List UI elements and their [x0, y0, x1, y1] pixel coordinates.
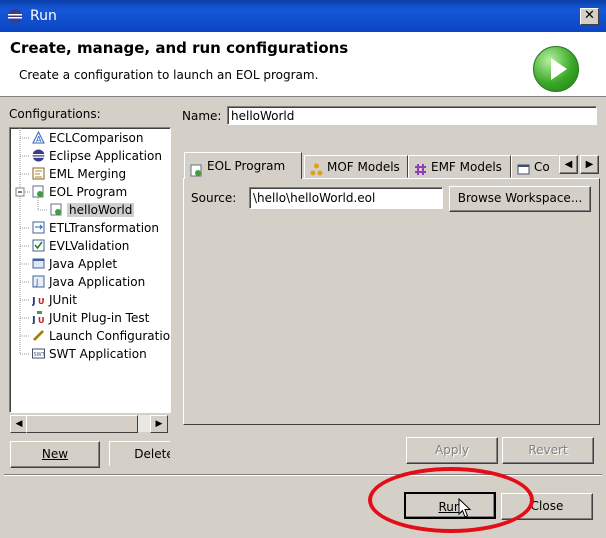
- tree-item-helloworld[interactable]: helloWorld: [50, 201, 135, 219]
- name-input[interactable]: [227, 106, 597, 125]
- tree-item-eclipse-application[interactable]: Eclipse Application: [32, 147, 162, 165]
- tree-item-label: JUnit: [49, 293, 77, 307]
- svg-text:J: J: [32, 315, 36, 324]
- header-subtitle: Create a configuration to launch an EOL …: [19, 68, 319, 82]
- common-tab-icon: [517, 161, 530, 175]
- scroll-right-arrow-icon[interactable]: ▶: [150, 415, 168, 433]
- window-title: Run: [30, 8, 57, 24]
- title-bar: Run ✕: [0, 0, 606, 32]
- delete-button-clip: Delete: [109, 441, 170, 466]
- configurations-tree[interactable]: A ECLComparison Eclipse Application EML M…: [9, 127, 171, 413]
- mouse-cursor-icon: [458, 497, 472, 523]
- launch-config-icon: [32, 329, 45, 342]
- junit-plugin-icon: JU: [31, 311, 45, 326]
- junit-icon: JU: [31, 293, 45, 307]
- java-applet-icon: [32, 257, 45, 270]
- source-label: Source:: [191, 191, 237, 205]
- source-input[interactable]: [249, 187, 443, 209]
- tree-item-etltransformation[interactable]: ETLTransformation: [32, 219, 159, 237]
- tree-item-label: Launch Configuration: [49, 329, 171, 343]
- tab-common[interactable]: Co: [511, 155, 558, 178]
- configurations-label: Configurations:: [9, 107, 101, 121]
- tree-item-evlvalidation[interactable]: EVLValidation: [32, 237, 129, 255]
- run-logo-icon: [533, 46, 579, 92]
- svg-text:A: A: [36, 135, 42, 144]
- tree-item-label: helloWorld: [67, 203, 135, 217]
- tree-item-label: EOL Program: [49, 185, 128, 199]
- emf-models-icon: [414, 161, 427, 175]
- tab-emf-models[interactable]: EMF Models: [408, 155, 511, 178]
- tree-item-eol-program[interactable]: EOL Program: [32, 183, 127, 201]
- tree-item-label: Java Applet: [49, 257, 118, 271]
- tree-item-label: JUnit Plug-in Test: [49, 311, 150, 325]
- tab-scroll-right-icon[interactable]: ▶: [580, 155, 599, 174]
- name-label: Name:: [182, 109, 222, 123]
- mof-models-icon: [310, 161, 323, 176]
- new-button-label: New: [41, 447, 69, 461]
- etl-icon: [32, 221, 45, 234]
- eol-program-tab-icon: [190, 160, 203, 177]
- tree-item-java-application[interactable]: J Java Application: [32, 273, 145, 291]
- tab-content-panel: [183, 178, 600, 425]
- svg-text:U: U: [38, 316, 45, 324]
- tree-item-eclcomparison[interactable]: A ECLComparison: [32, 129, 144, 147]
- close-window-button[interactable]: ✕: [580, 8, 599, 25]
- swt-icon: SWT: [32, 347, 46, 360]
- tab-label: Co: [534, 160, 550, 174]
- tree-item-junit-plugin-test[interactable]: J U JUnit Plug-in Test: [31, 309, 150, 327]
- apply-button[interactable]: Apply: [406, 437, 498, 464]
- tab-common-clip: Co: [511, 155, 558, 179]
- separator: [4, 474, 602, 476]
- tab-mof-models[interactable]: MOF Models: [304, 155, 408, 178]
- eclipse-icon: [7, 8, 23, 24]
- tree-item-label: EVLValidation: [49, 239, 130, 253]
- highlight-circle: [368, 467, 534, 533]
- new-button[interactable]: New: [10, 441, 100, 468]
- tab-label: EOL Program: [207, 159, 286, 173]
- tree-item-launch-configuration[interactable]: Launch Configuration: [32, 327, 171, 345]
- revert-button[interactable]: Revert: [502, 437, 594, 464]
- tree-item-java-applet[interactable]: Java Applet: [32, 255, 117, 273]
- svg-text:U: U: [38, 297, 45, 306]
- eclipse-app-icon: [32, 149, 45, 162]
- tree-item-junit[interactable]: J U JUnit: [31, 291, 77, 309]
- svg-text:SWT: SWT: [34, 352, 46, 358]
- tree-item-label: SWT Application: [49, 347, 147, 361]
- tab-label: EMF Models: [431, 160, 502, 174]
- eml-icon: [32, 167, 45, 180]
- eol-config-icon: [50, 203, 63, 216]
- evl-icon: [32, 239, 45, 252]
- browse-workspace-button[interactable]: Browse Workspace...: [449, 186, 591, 212]
- tab-scroll-left-icon[interactable]: ◀: [559, 155, 578, 174]
- tree-item-label: ETLTransformation: [49, 221, 159, 235]
- tree-horizontal-scrollbar[interactable]: ◀ ▶: [10, 414, 168, 433]
- tree-item-label: ECLComparison: [49, 131, 144, 145]
- tree-item-label: Java Application: [49, 275, 146, 289]
- header-title: Create, manage, and run configurations: [10, 39, 349, 57]
- tree-item-eml-merging[interactable]: EML Merging: [32, 165, 126, 183]
- tree-item-label: EML Merging: [49, 167, 127, 181]
- svg-text:J: J: [35, 278, 38, 287]
- java-app-icon: J: [32, 275, 45, 288]
- tab-label: MOF Models: [327, 160, 400, 174]
- ecl-icon: A: [32, 130, 45, 144]
- eol-icon: [32, 185, 45, 198]
- scrollbar-thumb[interactable]: [26, 415, 138, 433]
- dialog-header: Create, manage, and run configurations C…: [0, 32, 606, 97]
- tab-eol-program[interactable]: EOL Program: [184, 152, 302, 179]
- tree-item-label: Eclipse Application: [49, 149, 162, 163]
- svg-text:J: J: [32, 296, 36, 306]
- delete-button[interactable]: Delete: [109, 441, 170, 466]
- tree-item-swt-application[interactable]: SWT SWT Application: [32, 345, 147, 363]
